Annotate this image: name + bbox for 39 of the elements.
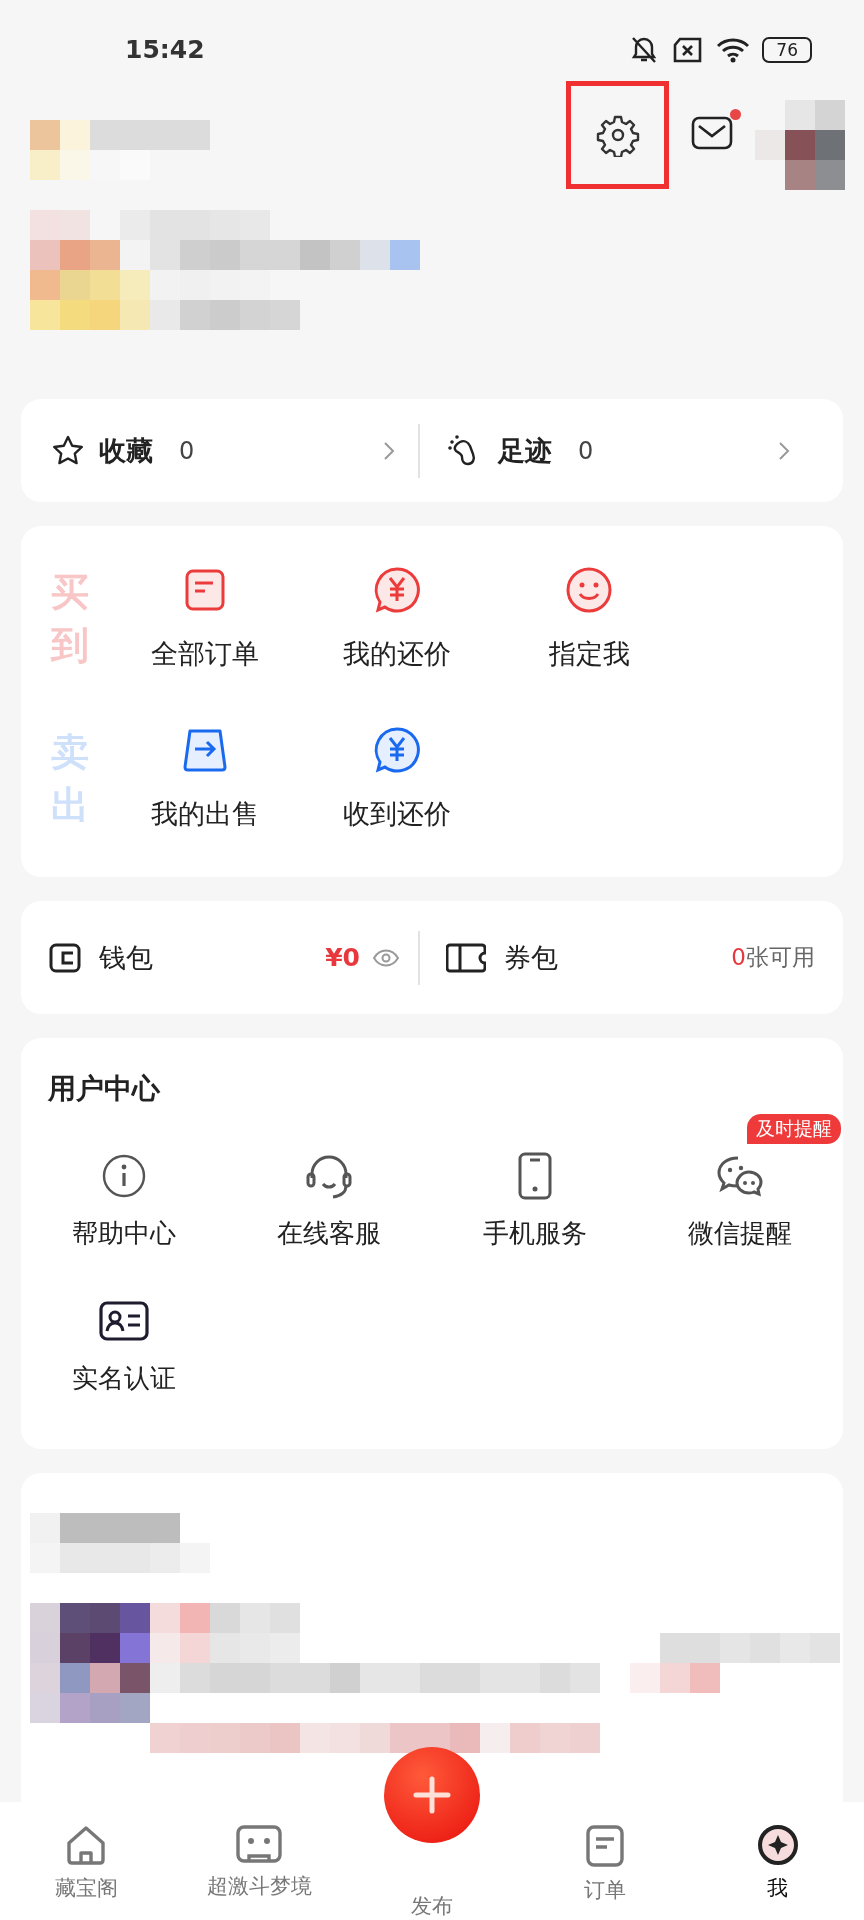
battery-indicator: 76 (762, 36, 812, 63)
yuan-chat-icon (373, 726, 421, 775)
menu-item[interactable]: 全部订单 (109, 566, 301, 673)
gamepad-icon (235, 1824, 284, 1864)
menu-item[interactable]: 收到还价 (301, 726, 493, 833)
nav-tab[interactable]: 超激斗梦境 (174, 1824, 345, 1900)
ticket-icon (446, 942, 486, 973)
chevron-right-icon (777, 439, 791, 462)
menu-item[interactable]: 我的还价 (301, 566, 493, 673)
coupon-link[interactable]: 券包 0张可用 (446, 939, 815, 976)
mail-icon[interactable] (691, 114, 733, 151)
nav-tab[interactable]: 藏宝阁 (1, 1824, 172, 1902)
home-icon (65, 1824, 108, 1866)
wallet-icon (49, 942, 81, 973)
service-item[interactable]: 实名认证 (21, 1297, 227, 1397)
sparkle-avatar-icon (756, 1824, 799, 1866)
phone-icon (516, 1152, 553, 1201)
reminder-badge: 及时提醒 (747, 1114, 841, 1145)
wifi-icon (716, 36, 751, 63)
eye-icon[interactable] (372, 947, 400, 968)
section-label: 买到 (51, 569, 89, 670)
document-icon (584, 1824, 625, 1868)
nav-tab[interactable]: 我 (692, 1824, 863, 1902)
section-title: 用户中心 (48, 1071, 160, 1108)
plus-icon (412, 1775, 452, 1815)
wallet-link[interactable]: 钱包 ¥0 (49, 939, 418, 976)
smiley-icon (565, 566, 613, 615)
service-item[interactable]: 在线客服 (226, 1152, 432, 1252)
status-time: 15:42 (125, 35, 205, 65)
chevron-right-icon (382, 439, 396, 462)
quick-link[interactable]: 足迹 0 (446, 420, 813, 481)
yuan-chat-icon (373, 566, 421, 615)
menu-item[interactable]: 指定我 (493, 566, 685, 673)
menu-item[interactable]: 我的出售 (109, 726, 301, 833)
nav-tab[interactable]: 订单 (519, 1824, 690, 1904)
publish-label: 发布 (411, 1893, 453, 1920)
service-item[interactable]: 帮助中心 (21, 1152, 227, 1252)
service-item[interactable]: 手机服务 (432, 1152, 638, 1252)
quick-link[interactable]: 收藏 0 (51, 420, 418, 481)
